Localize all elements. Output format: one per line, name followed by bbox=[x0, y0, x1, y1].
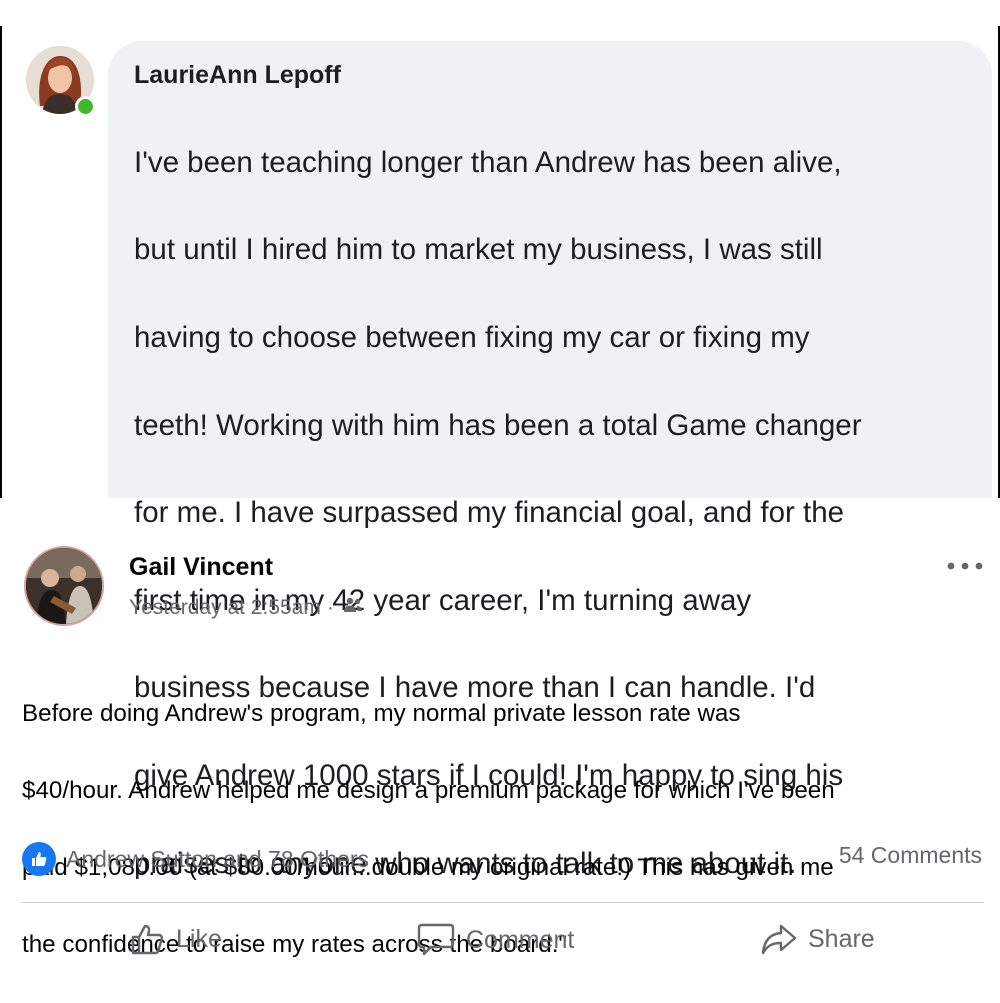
share-button-label: Share bbox=[808, 924, 875, 953]
reactions-text[interactable]: Andrew Sutton and 78 Others bbox=[66, 846, 369, 873]
comment-screenshot: LaurieAnn Lepoff I've been teaching long… bbox=[0, 26, 1000, 880]
post-text-line: Before doing Andrew's program, my normal… bbox=[22, 699, 741, 727]
like-button[interactable]: Like bbox=[130, 922, 222, 956]
more-options-icon bbox=[947, 562, 983, 570]
comment-text-line: teeth! Working with him has been a total… bbox=[134, 408, 862, 442]
comment-text-line: I've been teaching longer than Andrew ha… bbox=[134, 145, 842, 179]
comment-text-line: for me. I have surpassed my financial go… bbox=[134, 496, 845, 530]
share-button[interactable]: Share bbox=[760, 922, 875, 956]
meta-separator: · bbox=[326, 596, 334, 619]
share-arrow-icon bbox=[761, 924, 797, 955]
post-author-name[interactable]: Gail Vincent bbox=[129, 553, 273, 582]
comment-button-label: Comment bbox=[466, 925, 575, 954]
comment-bubble-icon bbox=[417, 923, 455, 956]
thumbs-up-icon bbox=[131, 924, 164, 955]
poster-avatar-image bbox=[26, 548, 102, 624]
comment-author-name[interactable]: LaurieAnn Lepoff bbox=[134, 61, 341, 90]
action-bar-divider bbox=[22, 902, 984, 903]
post-timestamp[interactable]: Yesterday at 2:55am bbox=[129, 596, 321, 620]
comment-button[interactable]: Comment bbox=[416, 922, 574, 958]
reactions-summary[interactable]: Andrew Sutton and 78 Others bbox=[22, 842, 369, 876]
like-button-label: Like bbox=[176, 924, 222, 953]
comment-text-line: having to choose between fixing my car o… bbox=[134, 320, 810, 354]
poster-avatar[interactable] bbox=[24, 546, 104, 626]
online-status-indicator bbox=[75, 96, 96, 117]
friends-icon[interactable] bbox=[342, 596, 364, 620]
comment-bubble: LaurieAnn Lepoff I've been teaching long… bbox=[108, 41, 992, 880]
comment-text-line: but until I hired him to market my busin… bbox=[134, 233, 823, 267]
post-meta: Yesterday at 2:55am · bbox=[129, 596, 364, 620]
more-options-button[interactable] bbox=[946, 556, 986, 576]
post-text-line: $40/hour. Andrew helped me design a prem… bbox=[22, 776, 835, 804]
comments-count[interactable]: 54 Comments bbox=[839, 842, 982, 869]
like-reaction-icon bbox=[22, 842, 56, 876]
